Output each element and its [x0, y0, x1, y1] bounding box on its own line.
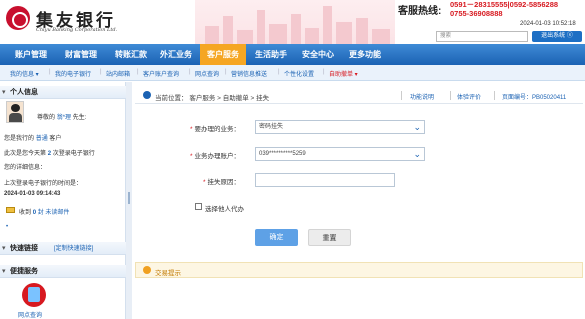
subnav-my-info[interactable]: 我的信息 ▾: [10, 69, 39, 78]
nav-account-management[interactable]: 账户管理: [8, 44, 54, 65]
main-nav: 账户管理 财富管理 转账汇款 外汇业务 客户服务 生活助手 安全中心 更多功能: [0, 44, 585, 65]
transaction-tips-label: 交易提示: [155, 270, 181, 277]
login-count-prefix: 此次是您今天第: [4, 151, 47, 157]
greeting-suffix: 先生:: [72, 115, 87, 121]
business-type-select[interactable]: 密码挂失 ⌄: [255, 120, 425, 134]
login-count-suffix: 次登录电子银行: [52, 151, 95, 157]
subnav-separator: |: [323, 69, 325, 75]
subnav-personalization[interactable]: 个性化设置: [284, 69, 314, 78]
customer-level-value: 普通: [35, 136, 48, 142]
subnav-separator: |: [278, 69, 280, 75]
last-login-time: 2024-01-03 09:14:43: [4, 191, 61, 197]
current-datetime: 2024-01-03 10:52:18: [520, 21, 576, 27]
reason-input[interactable]: [255, 173, 395, 187]
sidebar-convenience-header[interactable]: 便捷服务: [0, 265, 126, 278]
sidebar-personal-info-header[interactable]: 个人信息: [0, 86, 126, 99]
nav-customer-service[interactable]: 客户服务: [200, 44, 246, 65]
sub-nav: 我的信息 ▾ | 我的电子银行 | 站内邮箱 | 客户账户查询 | 网点查询 |…: [0, 65, 585, 81]
chevron-down-icon: ⌄: [413, 149, 421, 159]
subnav-mailbox[interactable]: 站内邮箱: [106, 69, 130, 78]
subnav-separator: |: [189, 69, 191, 75]
function-help-link[interactable]: 功能说明: [410, 92, 434, 101]
detail-info-label: 您的详细信息：: [4, 165, 47, 171]
divider: [494, 91, 495, 100]
unread-mail[interactable]: 收到 0 封 未读邮件: [19, 207, 69, 216]
customer-level-suffix: 客户: [49, 136, 62, 142]
bank-logo-icon: [6, 6, 30, 30]
hotline-line-2: 0755-36908888: [450, 9, 503, 18]
sidebar-splitter[interactable]: [126, 82, 132, 319]
breadcrumb-path: 当前位置： 客户服务 > 自助撤单 > 挂失: [155, 92, 269, 102]
subnav-separator: |: [225, 69, 227, 75]
greeting-prefix: 尊敬的: [37, 115, 56, 121]
city-skyline-banner: [195, 0, 395, 44]
subnav-marketing-push[interactable]: 营销信息推送: [231, 69, 267, 78]
agent-checkbox[interactable]: [195, 203, 202, 210]
service-rating-link[interactable]: 体验评价: [457, 92, 481, 101]
breadcrumb-label: 当前位置：: [155, 95, 188, 102]
breadcrumb: 当前位置： 客户服务 > 自助撤单 > 挂失 功能说明 体验评价 页面编号：PB…: [135, 88, 583, 104]
customer-level: 您是我行的 普通 客户: [4, 133, 61, 142]
nav-life-assistant[interactable]: 生活助手: [248, 44, 294, 65]
divider: [450, 91, 451, 100]
chevron-down-icon: ⌄: [413, 122, 421, 132]
bank-name-en: Chiyu Banking Corporation Ltd.: [36, 27, 118, 33]
breadcrumb-trail: 客户服务 > 自助撤单 > 挂失: [189, 95, 270, 102]
nav-security-center[interactable]: 安全中心: [297, 44, 339, 65]
login-count-value: 2: [47, 151, 52, 157]
branch-query-icon[interactable]: [22, 283, 46, 307]
nav-wealth-management[interactable]: 财富管理: [58, 44, 104, 65]
business-type-value: 密码挂失: [259, 124, 284, 130]
subnav-separator: |: [100, 69, 102, 75]
user-name: 翁*理: [56, 115, 72, 121]
branch-query-link[interactable]: 网点查询: [18, 310, 42, 319]
divider: [401, 91, 402, 100]
search-input[interactable]: 搜索: [436, 31, 528, 42]
logout-button[interactable]: 退出系统 ⓧ: [532, 31, 582, 42]
subnav-account-query[interactable]: 客户账户查询: [143, 69, 179, 78]
login-count: 此次是您今天第 2 次登录电子银行: [4, 148, 95, 157]
greeting: 尊敬的 翁*理 先生:: [37, 112, 86, 121]
subnav-separator: |: [49, 69, 51, 75]
last-login-label: 上次登录电子银行的时间是：: [4, 181, 83, 187]
business-type-label: * 要办理的业务：: [190, 126, 241, 133]
unread-mail-prefix: 收到: [19, 210, 32, 216]
account-value: 039**********5259: [259, 151, 306, 157]
location-icon: [143, 91, 151, 99]
page-code: 页面编号：PB05020411: [502, 95, 567, 101]
unread-mail-count: 0: [32, 210, 37, 216]
subnav-branch-query[interactable]: 网点查询: [195, 69, 219, 78]
subnav-my-ebank[interactable]: 我的电子银行: [55, 69, 91, 78]
nav-transfer[interactable]: 转账汇款: [108, 44, 154, 65]
nav-forex[interactable]: 外汇业务: [155, 44, 197, 65]
reason-label: * 挂失原因：: [203, 179, 241, 186]
customer-level-prefix: 您是我行的: [4, 136, 35, 142]
account-label: * 业务办理账户：: [190, 153, 241, 160]
hotline-numbers: 0591－28315555|0592-5856288 0755-36908888: [450, 0, 558, 18]
confirm-button[interactable]: 确定: [255, 229, 298, 246]
nav-more-functions[interactable]: 更多功能: [342, 44, 388, 65]
quick-links-title: 快速链接: [10, 245, 38, 252]
tips-icon: [143, 266, 151, 274]
avatar: [6, 101, 24, 123]
hotline-label: 客服热线:: [398, 6, 442, 17]
account-select[interactable]: 039**********5259 ⌄: [255, 147, 425, 161]
page-header: 集友银行 Chiyu Banking Corporation Ltd. 客服热线…: [0, 0, 585, 44]
sidebar-dot: •: [6, 224, 9, 230]
reset-button[interactable]: 重置: [308, 229, 351, 246]
custom-quick-links-link[interactable]: [定制快速链接]: [54, 246, 93, 252]
subnav-separator: |: [137, 69, 139, 75]
agent-checkbox-label: 选择他人代办: [205, 206, 244, 213]
mail-icon: [6, 207, 15, 213]
transaction-tips-bar[interactable]: 交易提示: [135, 262, 583, 278]
sidebar-quick-links-header[interactable]: 快速链接 [定制快速链接]: [0, 242, 126, 255]
hotline-line-1: 0591－28315555|0592-5856288: [450, 0, 559, 9]
unread-mail-suffix: 封 未读邮件: [37, 210, 70, 216]
subnav-self-cancel[interactable]: 自助撤单 ▾: [329, 69, 358, 78]
